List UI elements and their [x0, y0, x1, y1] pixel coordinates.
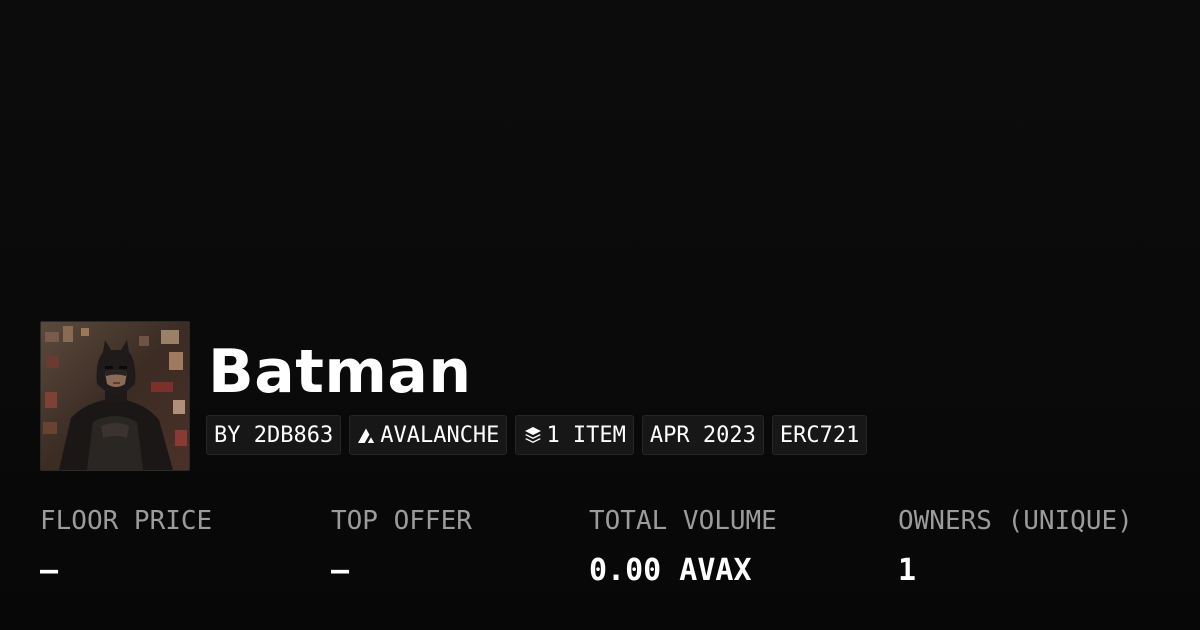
owners-label: OWNERS (UNIQUE) [898, 506, 1133, 536]
chain-tag[interactable]: AVALANCHE [349, 415, 508, 455]
standard-label: ERC721 [779, 422, 860, 448]
items-label: 1 ITEM [546, 422, 626, 448]
date-tag: APR 2023 [641, 415, 764, 455]
chain-label: AVALANCHE [380, 422, 500, 448]
date-label: APR 2023 [649, 422, 756, 448]
owners-value: 1 [898, 553, 917, 588]
owners-stat: OWNERS (UNIQUE) 1 [898, 503, 1133, 589]
layers-icon [523, 425, 543, 445]
floor-price-label: FLOOR PRICE [40, 506, 213, 536]
collection-tags: BY 2DB863 AVALANCHE 1 ITEM APR 2023 ERC7… [206, 415, 868, 455]
floor-price-stat: FLOOR PRICE — [40, 503, 212, 589]
floor-price-value: — [40, 553, 59, 588]
top-offer-stat: TOP OFFER — [331, 503, 472, 589]
creator-label: BY 2DB863 [214, 422, 334, 448]
collection-title: Batman [208, 337, 472, 407]
total-volume-stat: TOTAL VOLUME 0.00 AVAX [589, 503, 777, 589]
collection-stats: FLOOR PRICE — TOP OFFER — TOTAL VOLUME 0… [0, 503, 1200, 603]
creator-tag[interactable]: BY 2DB863 [206, 415, 342, 455]
top-offer-value: — [331, 553, 350, 588]
total-volume-label: TOTAL VOLUME [589, 506, 777, 536]
avalanche-icon [357, 425, 377, 445]
items-tag[interactable]: 1 ITEM [515, 415, 634, 455]
standard-tag: ERC721 [771, 415, 868, 455]
collection-image [40, 321, 190, 471]
top-offer-label: TOP OFFER [331, 506, 472, 536]
total-volume-value: 0.00 AVAX [589, 553, 752, 588]
